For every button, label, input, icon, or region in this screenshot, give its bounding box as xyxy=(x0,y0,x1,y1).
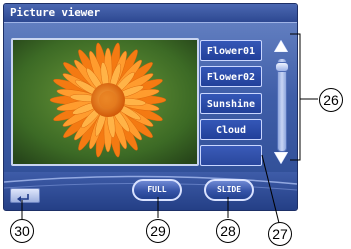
callout-28: 28 xyxy=(216,219,240,243)
callout-29: 29 xyxy=(146,219,170,243)
callout-leader-lines xyxy=(21,33,318,224)
callout-30: 30 xyxy=(10,219,34,243)
callout-26: 26 xyxy=(319,88,343,112)
callout-27: 27 xyxy=(268,222,292,246)
